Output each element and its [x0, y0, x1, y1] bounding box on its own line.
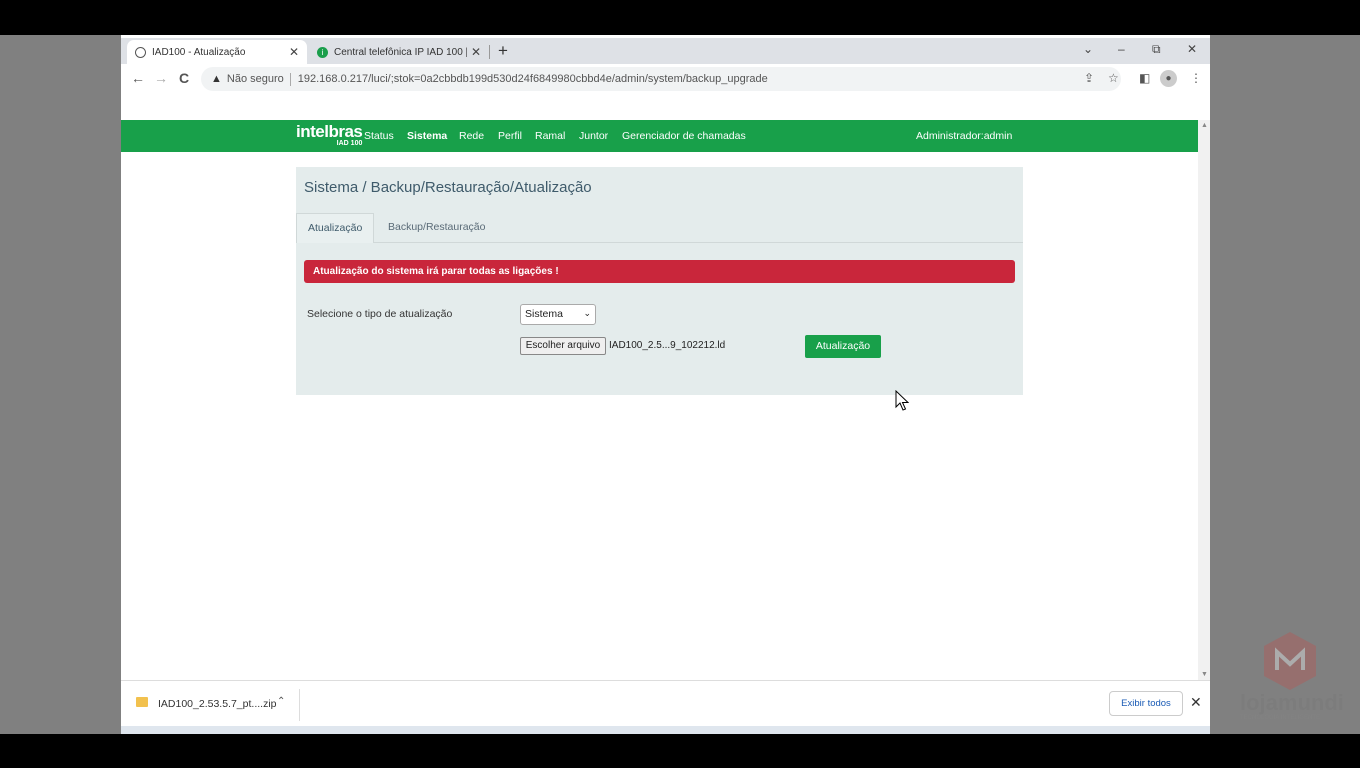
- browser-toolbar: ← → C ▲ Não seguro 192.168.0.217/luci/;s…: [121, 64, 1210, 94]
- star-icon[interactable]: ☆: [1108, 71, 1119, 85]
- video-side-left: [0, 35, 121, 734]
- profile-avatar[interactable]: ●: [1160, 70, 1177, 87]
- close-icon[interactable]: ✕: [289, 45, 299, 59]
- back-button[interactable]: ←: [131, 70, 145, 86]
- tab-atualizacao[interactable]: Atualização: [296, 213, 375, 243]
- nav-ramal[interactable]: Ramal: [535, 130, 565, 142]
- restore-button[interactable]: ⧉: [1152, 42, 1161, 57]
- close-icon[interactable]: ✕: [471, 45, 481, 59]
- video-letterbox-bottom: [0, 734, 1360, 768]
- tab-strip: IAD100 - Atualização ✕ i Central telefôn…: [121, 38, 1210, 64]
- browser-tab-inactive[interactable]: i Central telefônica IP IAD 100 | In ✕: [309, 40, 489, 64]
- taskbar-strip: [121, 726, 1210, 734]
- update-type-value: Sistema: [525, 308, 563, 320]
- omnibox-separator: [289, 72, 291, 86]
- download-bar: IAD100_2.53.5.7_pt....zip ⌃ Exibir todos…: [121, 680, 1210, 726]
- update-submit-button[interactable]: Atualização: [805, 335, 881, 358]
- tab-search-icon[interactable]: ⌄: [1083, 42, 1093, 56]
- watermark-subtext: TECNOLOGIA INTELIGENTE: [1240, 715, 1321, 721]
- content-panel: Sistema / Backup/Restauração/Atualização…: [296, 167, 1023, 395]
- download-separator: [299, 689, 300, 721]
- section-tabs: Atualização Backup/Restauração: [296, 213, 1023, 243]
- warning-icon: ▲: [211, 73, 222, 85]
- chevron-up-icon[interactable]: ⌃: [277, 696, 285, 707]
- watermark-text: lojamundi: [1240, 690, 1344, 715]
- page-scrollbar[interactable]: ▲ ▼: [1198, 120, 1210, 680]
- nav-perfil[interactable]: Perfil: [498, 130, 522, 142]
- update-type-label: Selecione o tipo de atualização: [307, 308, 453, 320]
- close-download-bar-icon[interactable]: ✕: [1190, 694, 1202, 711]
- watermark-logo-icon: [1264, 632, 1316, 690]
- tab-title: Central telefônica IP IAD 100 | In: [334, 46, 467, 58]
- selected-file-name: IAD100_2.5...9_102212.ld: [609, 340, 726, 351]
- intelbras-logo[interactable]: intelbras IAD 100: [296, 122, 363, 148]
- app-navbar: intelbras IAD 100 Status Sistema Rede Pe…: [121, 120, 1198, 152]
- nav-sistema[interactable]: Sistema: [407, 130, 447, 142]
- mouse-cursor-icon: [895, 390, 909, 411]
- chevron-down-icon: ⌄: [583, 308, 591, 318]
- menu-dots-icon[interactable]: ⋮: [1190, 71, 1202, 85]
- tab-separator: [489, 45, 490, 59]
- nav-status[interactable]: Status: [364, 130, 394, 142]
- logo-model: IAD 100: [336, 140, 363, 147]
- zip-file-icon: [136, 697, 148, 707]
- admin-user-label[interactable]: Administrador:admin: [916, 130, 1012, 142]
- scroll-down-icon[interactable]: ▼: [1201, 671, 1208, 678]
- nav-juntor[interactable]: Juntor: [579, 130, 608, 142]
- reload-button[interactable]: C: [179, 70, 189, 86]
- choose-file-button[interactable]: Escolher arquivo: [520, 337, 606, 355]
- nav-gerenciador-chamadas[interactable]: Gerenciador de chamadas: [622, 130, 746, 142]
- logo-brand: intelbras: [296, 122, 363, 141]
- scroll-up-icon[interactable]: ▲: [1201, 122, 1208, 129]
- new-tab-button[interactable]: +: [498, 41, 508, 61]
- warning-alert: Atualização do sistema irá parar todas a…: [304, 260, 1015, 283]
- tab-title: IAD100 - Atualização: [152, 46, 246, 58]
- browser-tab-active[interactable]: IAD100 - Atualização ✕: [127, 40, 307, 64]
- update-type-select[interactable]: Sistema ⌄: [520, 304, 596, 325]
- globe-icon: [135, 46, 146, 58]
- browser-window: IAD100 - Atualização ✕ i Central telefôn…: [121, 38, 1210, 734]
- page-title: Sistema / Backup/Restauração/Atualização: [304, 179, 592, 196]
- window-close-button[interactable]: ✕: [1187, 42, 1197, 56]
- show-all-downloads-button[interactable]: Exibir todos: [1109, 691, 1183, 716]
- info-icon: i: [317, 46, 328, 58]
- url-text[interactable]: 192.168.0.217/luci/;stok=0a2cbbdb199d530…: [298, 73, 768, 85]
- address-bar[interactable]: ▲ Não seguro 192.168.0.217/luci/;stok=0a…: [201, 67, 1121, 91]
- forward-button[interactable]: →: [154, 70, 168, 86]
- share-icon[interactable]: ⇪: [1084, 71, 1094, 85]
- minimize-button[interactable]: –: [1118, 42, 1125, 56]
- page-viewport: intelbras IAD 100 Status Sistema Rede Pe…: [121, 94, 1198, 680]
- security-label[interactable]: Não seguro: [227, 73, 284, 85]
- side-panel-icon[interactable]: ◧: [1139, 71, 1150, 85]
- video-letterbox-top: [0, 0, 1360, 35]
- nav-rede[interactable]: Rede: [459, 130, 484, 142]
- tab-backup-restauracao[interactable]: Backup/Restauração: [377, 213, 496, 243]
- download-file-name[interactable]: IAD100_2.53.5.7_pt....zip: [158, 698, 277, 710]
- lojamundi-watermark: lojamundi TECNOLOGIA INTELIGENTE: [1238, 630, 1348, 730]
